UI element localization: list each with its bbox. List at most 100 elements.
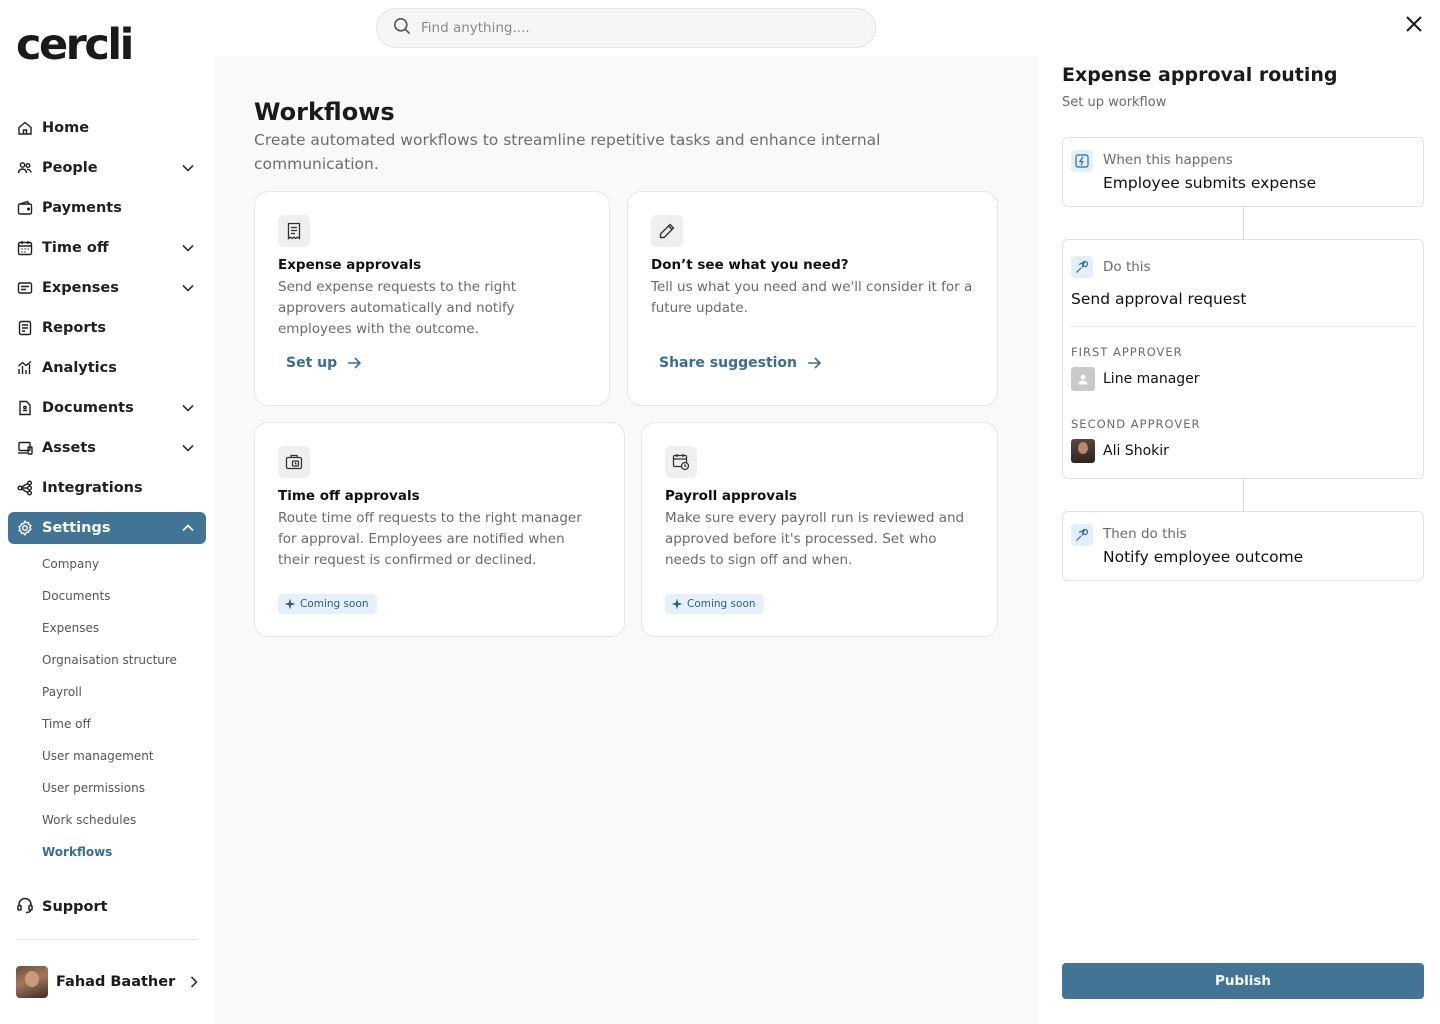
- sidebar-item-label: Payments: [42, 200, 122, 216]
- badge-label: Coming soon: [300, 598, 369, 610]
- main-content: Workflows Create automated workflows to …: [214, 56, 1038, 1024]
- card-description: Route time off requests to the right man…: [278, 510, 582, 568]
- card-title: Don’t see what you need?: [651, 257, 849, 273]
- approver-name: Line manager: [1103, 371, 1200, 387]
- second-approver[interactable]: Ali Shokir: [1071, 439, 1169, 463]
- sidebar-item-assets[interactable]: Assets: [8, 432, 206, 464]
- support-label: Support: [42, 899, 108, 915]
- sidebar-item-payments[interactable]: Payments: [8, 192, 206, 224]
- first-approver[interactable]: Line manager: [1071, 367, 1200, 391]
- set-up-label: Set up: [286, 355, 338, 371]
- search-icon: [393, 17, 411, 39]
- action-step[interactable]: Do this Send approval request FIRST APPR…: [1062, 239, 1424, 479]
- notify-step[interactable]: Then do this Notify employee outcome: [1062, 511, 1424, 581]
- approver-name: Ali Shokir: [1103, 443, 1169, 459]
- subnav-item-user-management[interactable]: User management: [42, 740, 206, 772]
- sidebar-item-expenses[interactable]: Expenses: [8, 272, 206, 304]
- subnav-item-documents[interactable]: Documents: [42, 580, 206, 612]
- sidebar-item-label: Time off: [42, 240, 109, 256]
- sidebar-item-analytics[interactable]: Analytics: [8, 352, 206, 384]
- chevron-down-icon[interactable]: [178, 158, 198, 178]
- step-label: When this happens: [1103, 152, 1233, 168]
- chevron-up-icon[interactable]: [178, 518, 198, 538]
- calendar-icon: [16, 239, 34, 257]
- badge-label: Coming soon: [687, 598, 756, 610]
- step-connector: [1243, 207, 1244, 239]
- sidebar-item-label: Assets: [42, 440, 96, 456]
- second-approver-label: SECOND APPROVER: [1071, 417, 1201, 431]
- step-value: Notify employee outcome: [1103, 548, 1304, 566]
- step-label: Do this: [1103, 259, 1151, 275]
- set-up-link[interactable]: Set up: [286, 355, 362, 371]
- settings-subnav: Company Documents Expenses Orgnaisation …: [8, 548, 206, 868]
- documents-icon: [16, 399, 34, 417]
- sidebar-item-time-off[interactable]: Time off: [8, 232, 206, 264]
- close-button[interactable]: [1404, 14, 1424, 34]
- panel-subtitle: Set up workflow: [1062, 95, 1167, 110]
- sidebar-nav: Home People Payments Time off Expenses R…: [8, 112, 206, 868]
- sidebar-item-people[interactable]: People: [8, 152, 206, 184]
- card-title: Time off approvals: [278, 488, 420, 504]
- subnav-item-work-schedules[interactable]: Work schedules: [42, 804, 206, 836]
- workflow-card-expense-approvals: Expense approvals Send expense requests …: [254, 191, 610, 406]
- report-icon: [16, 319, 34, 337]
- sidebar: cercli Home People Payments Time off Exp…: [0, 0, 214, 1024]
- chevron-down-icon[interactable]: [178, 238, 198, 258]
- share-suggestion-label: Share suggestion: [659, 355, 798, 371]
- workflow-card-payroll-approvals: Payroll approvals Make sure every payrol…: [641, 422, 998, 637]
- chevron-down-icon[interactable]: [178, 398, 198, 418]
- sparkle-icon: [284, 598, 296, 610]
- user-name: Fahad Baather: [56, 974, 176, 990]
- sidebar-item-label: Integrations: [42, 480, 143, 496]
- card-description: Tell us what you need and we'll consider…: [651, 279, 973, 316]
- step-divider: [1071, 326, 1417, 327]
- subnav-item-organisation-structure[interactable]: Orgnaisation structure: [42, 644, 206, 676]
- wallet-icon: [16, 199, 34, 217]
- card-description: Send expense requests to the right appro…: [278, 279, 517, 337]
- briefcase-icon: [278, 446, 310, 478]
- step-connector: [1243, 479, 1244, 511]
- sidebar-item-label: Settings: [42, 520, 111, 536]
- sidebar-item-home[interactable]: Home: [8, 112, 206, 144]
- lightning-icon: [1071, 150, 1093, 172]
- subnav-item-expenses[interactable]: Expenses: [42, 612, 206, 644]
- sidebar-item-documents[interactable]: Documents: [8, 392, 206, 424]
- sidebar-item-reports[interactable]: Reports: [8, 312, 206, 344]
- user-menu[interactable]: Fahad Baather: [16, 966, 198, 998]
- send-icon: [1071, 256, 1093, 278]
- share-suggestion-link[interactable]: Share suggestion: [659, 355, 822, 371]
- subnav-item-payroll[interactable]: Payroll: [42, 676, 206, 708]
- receipt-icon: [16, 279, 34, 297]
- card-title: Expense approvals: [278, 257, 422, 273]
- home-icon: [16, 119, 34, 137]
- chevron-down-icon[interactable]: [178, 438, 198, 458]
- sidebar-item-settings[interactable]: Settings: [8, 512, 206, 544]
- arrow-right-icon: [348, 357, 362, 369]
- workflow-card-suggestion: Don’t see what you need? Tell us what yo…: [627, 191, 998, 406]
- coming-soon-badge: Coming soon: [665, 594, 764, 614]
- search-input[interactable]: [421, 20, 841, 36]
- app-logo[interactable]: cercli: [16, 20, 134, 70]
- workflow-card-time-off-approvals: Time off approvals Route time off reques…: [254, 422, 625, 637]
- card-title: Payroll approvals: [665, 488, 797, 504]
- subnav-item-user-permissions[interactable]: User permissions: [42, 772, 206, 804]
- assets-icon: [16, 439, 34, 457]
- subnav-item-time-off[interactable]: Time off: [42, 708, 206, 740]
- global-search[interactable]: [376, 8, 876, 48]
- sidebar-item-integrations[interactable]: Integrations: [8, 472, 206, 504]
- sidebar-item-label: Documents: [42, 400, 134, 416]
- publish-button[interactable]: Publish: [1062, 963, 1424, 999]
- calendar-clock-icon: [665, 446, 697, 478]
- first-approver-label: FIRST APPROVER: [1071, 345, 1183, 359]
- analytics-icon: [16, 359, 34, 377]
- subnav-item-workflows[interactable]: Workflows: [42, 836, 206, 868]
- chevron-down-icon[interactable]: [178, 278, 198, 298]
- subnav-item-company[interactable]: Company: [42, 548, 206, 580]
- panel-title: Expense approval routing: [1062, 64, 1338, 86]
- sidebar-item-label: People: [42, 160, 98, 176]
- trigger-step[interactable]: When this happens Employee submits expen…: [1062, 137, 1424, 207]
- sidebar-item-support[interactable]: Support: [16, 896, 108, 918]
- workflow-panel: Expense approval routing Set up workflow…: [1038, 0, 1440, 1024]
- gear-icon: [16, 519, 34, 537]
- headset-icon: [16, 896, 34, 918]
